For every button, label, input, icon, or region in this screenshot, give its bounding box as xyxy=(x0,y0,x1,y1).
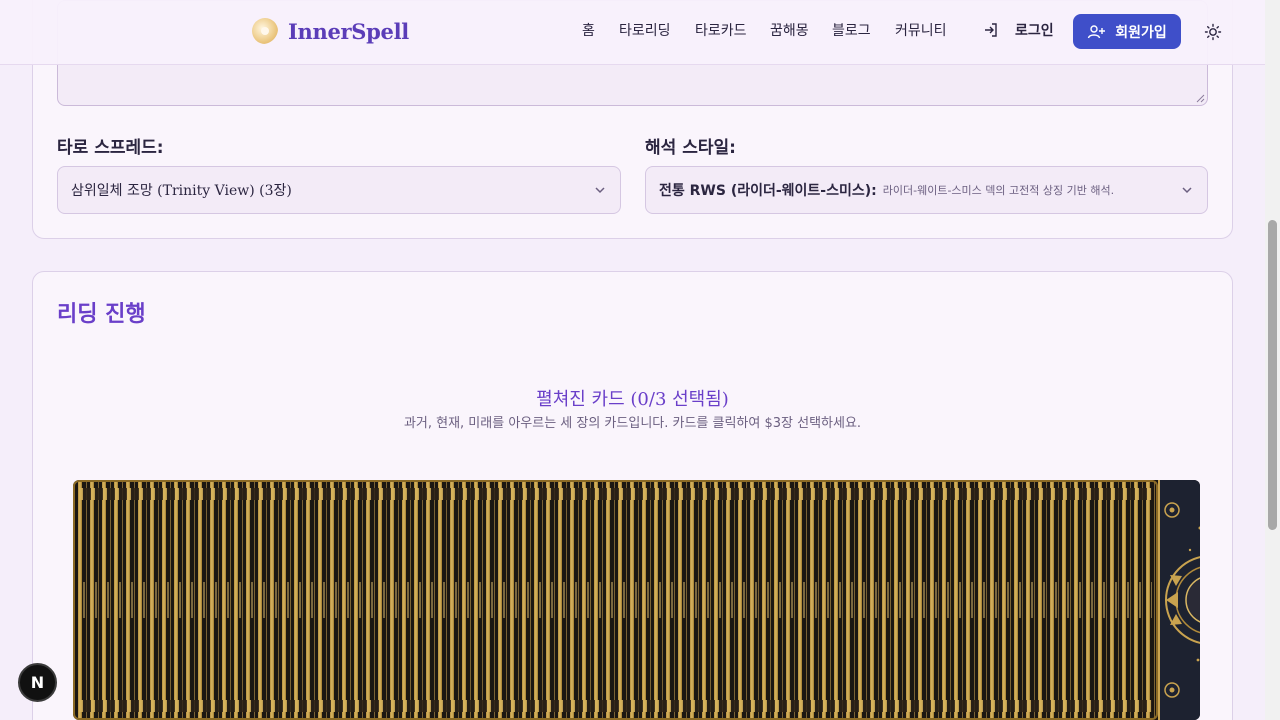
spread-select-value: 삼위일체 조망 (Trinity View) (3장) xyxy=(71,183,292,199)
theme-toggle[interactable] xyxy=(1204,23,1222,45)
style-select-value: 전통 RWS (라이더-웨이트-스미스): xyxy=(659,183,877,199)
style-label: 해석 스타일: xyxy=(645,138,736,158)
logo-sun-icon xyxy=(252,18,278,44)
reading-title: 리딩 진행 xyxy=(57,302,146,327)
login-label: 로그인 xyxy=(1015,23,1054,39)
nextjs-dev-badge[interactable]: N xyxy=(18,663,57,702)
spread-title: 펼쳐진 카드 (0/3 선택됨) xyxy=(536,389,729,410)
spread-instructions: 과거, 현재, 미래를 아우르는 세 장의 카드입니다. 카드를 클릭하여 $3… xyxy=(403,416,862,431)
site-logo[interactable]: InnerSpell xyxy=(252,18,409,44)
sun-icon xyxy=(1204,23,1222,41)
card-stack[interactable] xyxy=(73,480,1158,720)
tarot-card-back[interactable] xyxy=(1158,480,1200,720)
site-header: InnerSpell 홈 타로리딩 타로카드 꿈해몽 블로그 커뮤니티 로그인 … xyxy=(0,0,1265,65)
spread-label: 타로 스프레드: xyxy=(57,138,164,158)
nav-blog[interactable]: 블로그 xyxy=(832,20,871,40)
login-button[interactable]: 로그인 xyxy=(983,20,1054,40)
user-plus-icon xyxy=(1088,24,1106,38)
nav-tarot-reading[interactable]: 타로리딩 xyxy=(619,20,671,40)
nextjs-badge-label: N xyxy=(30,673,45,692)
spread-select[interactable]: 삼위일체 조망 (Trinity View) (3장) xyxy=(57,166,621,214)
nav-tarot-cards[interactable]: 타로카드 xyxy=(695,20,747,40)
card-stack-ornament xyxy=(79,582,1152,618)
nav-home[interactable]: 홈 xyxy=(582,20,595,40)
resize-grip-icon[interactable] xyxy=(1195,93,1205,103)
nav-community[interactable]: 커뮤니티 xyxy=(895,20,947,40)
signup-button[interactable]: 회원가입 xyxy=(1073,14,1181,49)
tarot-deck-spread[interactable] xyxy=(73,480,1200,720)
sun-moon-emblem-icon xyxy=(1164,502,1200,698)
logo-text: InnerSpell xyxy=(288,18,409,44)
login-icon xyxy=(985,23,997,37)
chevron-down-icon xyxy=(595,187,605,194)
style-select-description: 라이더-웨이트-스미스 덱의 고전적 상징 기반 해석. xyxy=(882,184,1115,197)
nav-dream[interactable]: 꿈해몽 xyxy=(770,20,809,40)
signup-label: 회원가입 xyxy=(1115,24,1167,41)
scrollbar-thumb[interactable] xyxy=(1268,220,1277,530)
style-select[interactable]: 전통 RWS (라이더-웨이트-스미스): 라이더-웨이트-스미스 덱의 고전적… xyxy=(645,166,1208,214)
chevron-down-icon xyxy=(1182,187,1192,194)
